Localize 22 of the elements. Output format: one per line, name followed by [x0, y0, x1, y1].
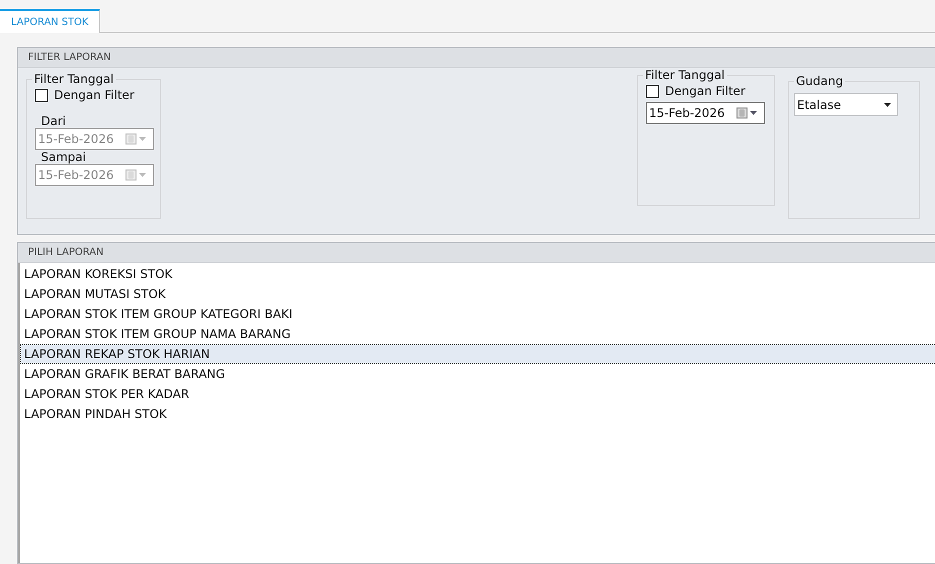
tab[interactable]: LAPORAN STOK	[0, 9, 100, 33]
report-list-item[interactable]: LAPORAN PINDAH STOK	[20, 404, 935, 424]
report-list-item[interactable]: LAPORAN STOK ITEM GROUP KATEGORI BAKI	[20, 304, 935, 324]
group-title: Filter Tanggal	[644, 68, 726, 82]
calendar-dropdown-icon[interactable]	[736, 107, 760, 119]
field-label: Dari	[41, 114, 66, 128]
group-title: Filter Tanggal	[33, 72, 115, 86]
gudang-dropdown[interactable]: Etalase	[794, 93, 898, 116]
caret-icon	[884, 102, 891, 106]
report-list-item[interactable]: LAPORAN STOK ITEM GROUP NAMA BARANG	[20, 324, 935, 344]
report-list-item[interactable]: LAPORAN MUTASI STOK	[20, 284, 935, 304]
dengan-filter-checkbox[interactable]: Dengan Filter	[35, 88, 134, 102]
field-label: Sampai	[41, 150, 86, 164]
dengan-filter-checkbox[interactable]: Dengan Filter	[646, 84, 746, 98]
panel-title: FILTER LAPORAN	[18, 48, 935, 68]
report-list-item[interactable]: LAPORAN KOREKSI STOK	[20, 264, 935, 284]
date-field[interactable]: 15-Feb-2026	[646, 102, 765, 124]
panel-title: PILIH LAPORAN	[18, 243, 935, 263]
report-list-item[interactable]: LAPORAN STOK PER KADAR	[20, 384, 935, 404]
report-list-item[interactable]: LAPORAN REKAP STOK HARIAN	[20, 344, 935, 364]
group-title: Gudang	[795, 74, 844, 88]
report-list-item[interactable]: LAPORAN GRAFIK BERAT BARANG	[20, 364, 935, 384]
